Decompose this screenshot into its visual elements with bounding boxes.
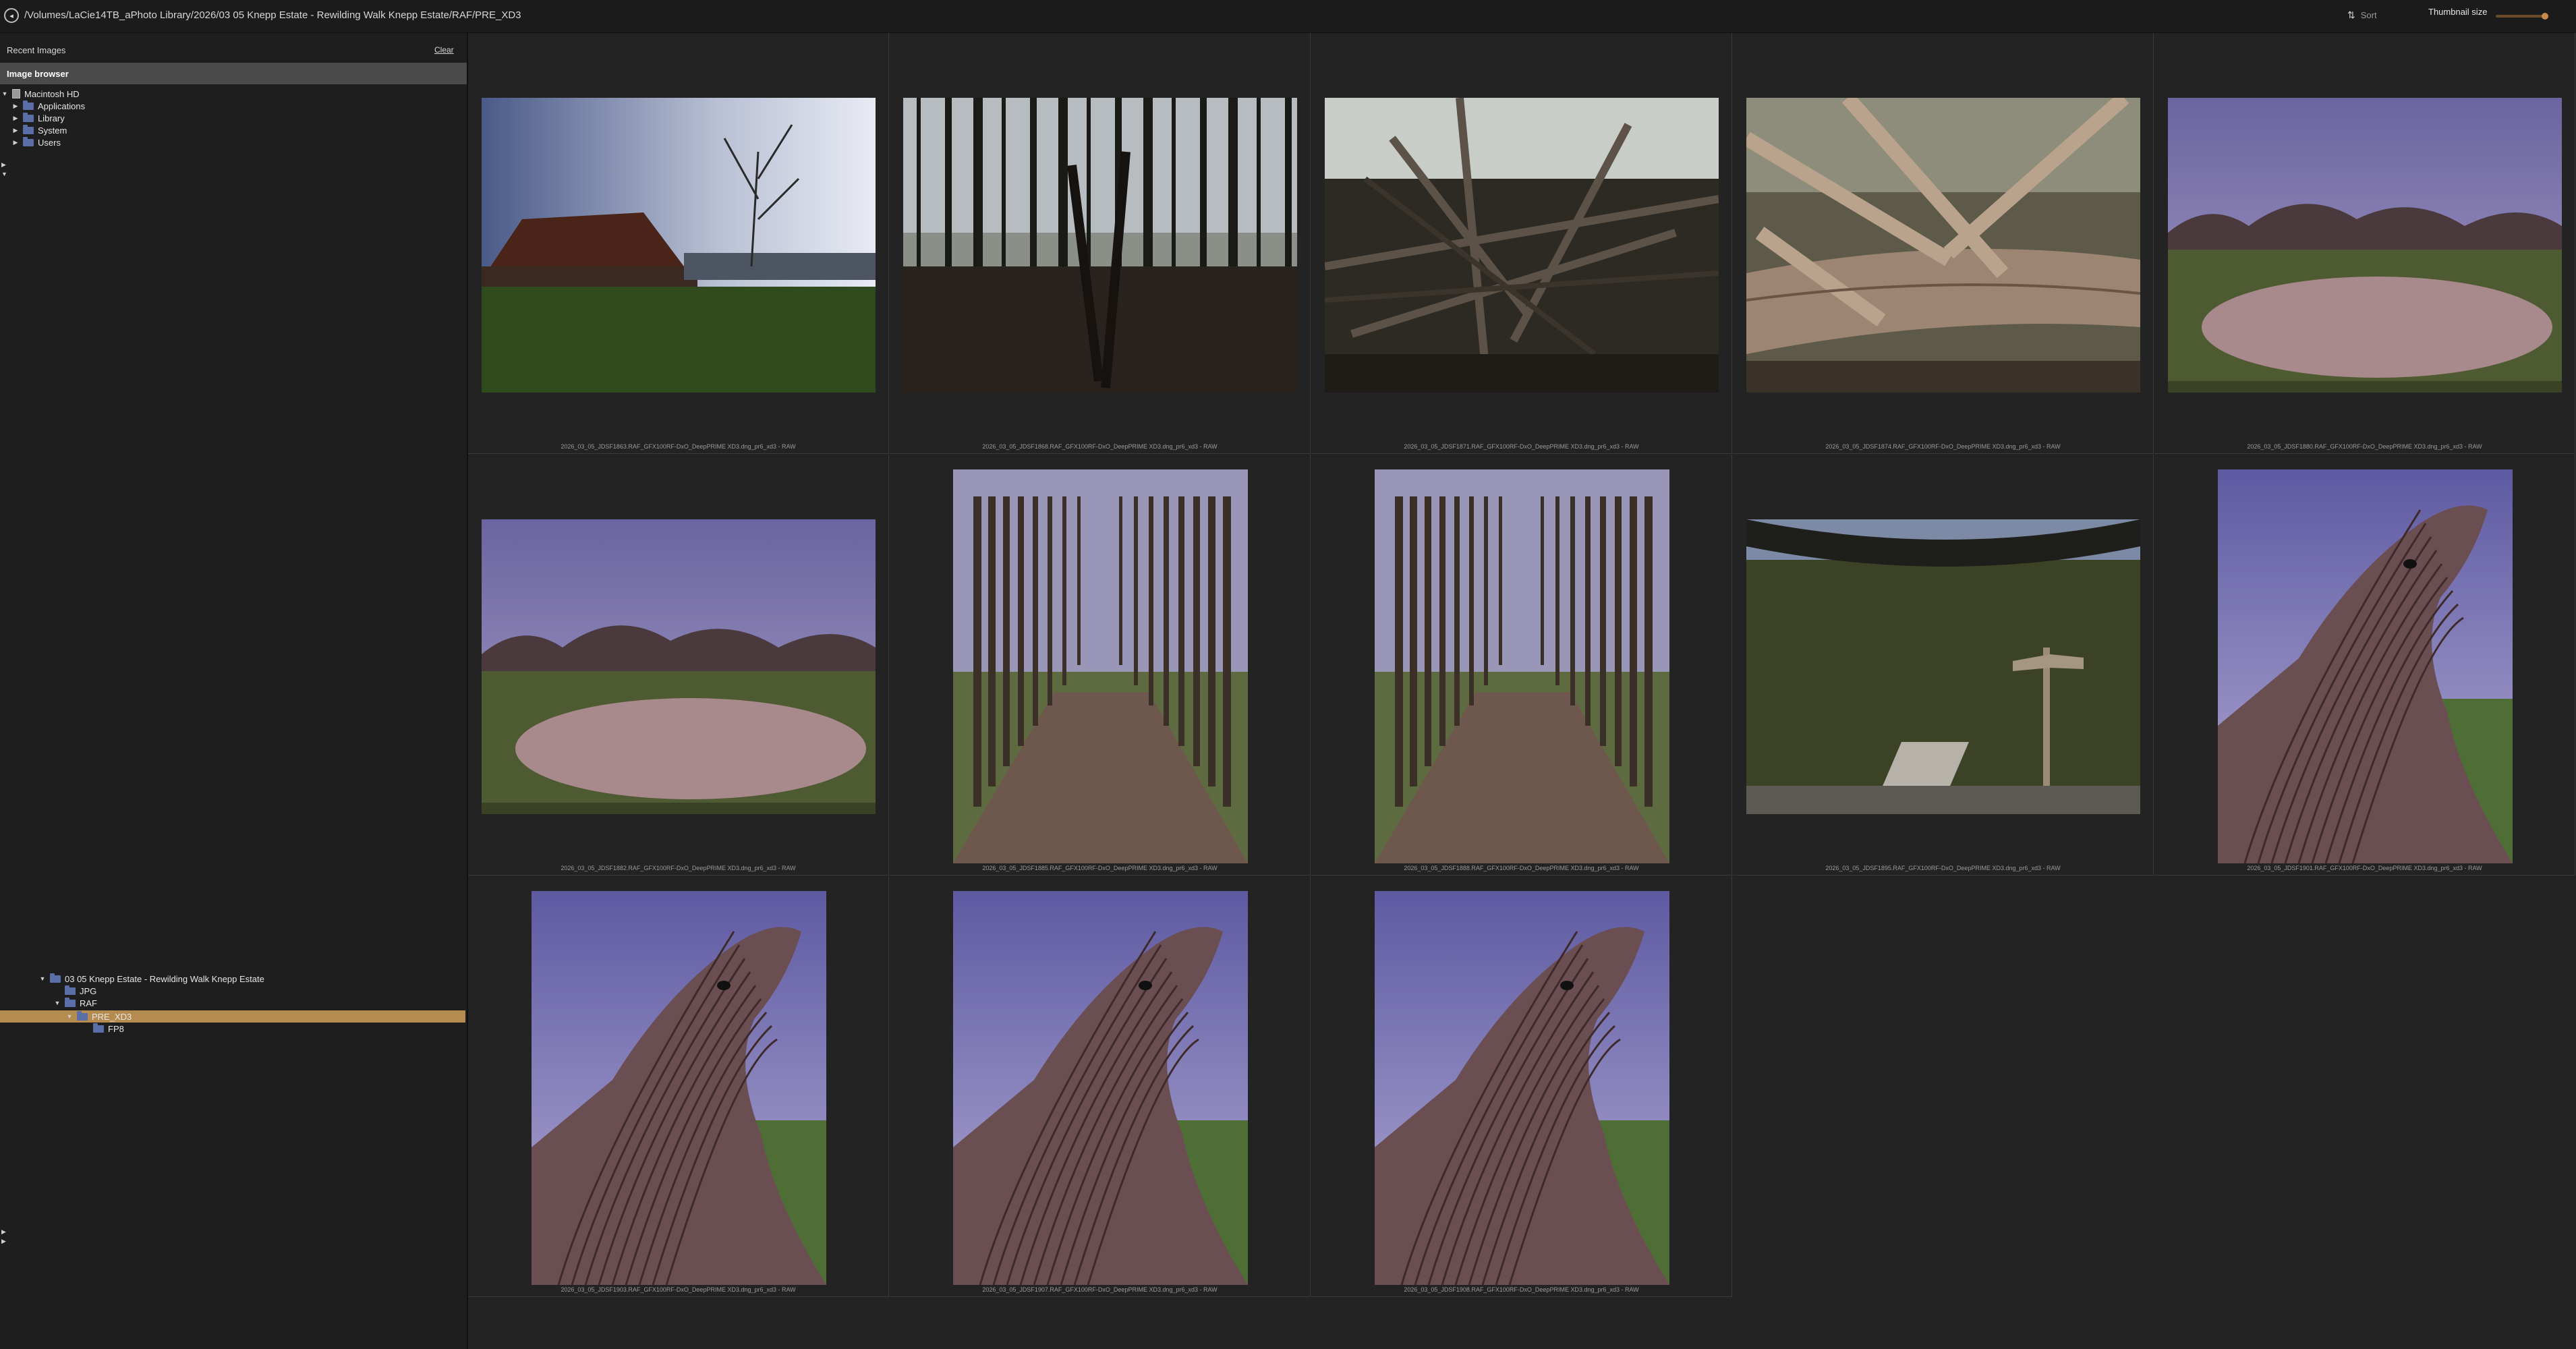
disclosure-closed-icon[interactable]: ▶ (12, 115, 19, 122)
sort-label: Sort (2360, 10, 2377, 20)
tree-item-label: JPG (80, 985, 97, 996)
thumbnail-image[interactable] (2168, 98, 2562, 393)
thumbnail-image[interactable] (953, 891, 1248, 1285)
thumbnail-caption: 2026_03_05_JDSF1882.RAF_GFX100RF-DxO_Dee… (561, 865, 796, 871)
tree-item-label: Library (38, 113, 65, 123)
disclosure-open-icon[interactable]: ▼ (1, 90, 8, 97)
disclosure-closed-icon[interactable]: ▶ (1, 1238, 6, 1245)
thumbnail-cell[interactable]: 2026_03_05_JDSF1901.RAF_GFX100RF-DxO_Dee… (2154, 455, 2575, 876)
thumbnail-caption: 2026_03_05_JDSF1863.RAF_GFX100RF-DxO_Dee… (561, 443, 796, 450)
disclosure-open-icon[interactable]: ▼ (1, 171, 7, 177)
thumbnail-caption: 2026_03_05_JDSF1903.RAF_GFX100RF-DxO_Dee… (561, 1286, 796, 1293)
title-bar: ◂ /Volumes/LaCie14TB_aPhoto Library/2026… (0, 0, 2576, 33)
disclosure-closed-icon[interactable]: ▶ (1, 1228, 6, 1236)
tree-item-raf[interactable]: ▼ RAF (54, 997, 97, 1008)
thumbnail-caption: 2026_03_05_JDSF1874.RAF_GFX100RF-DxO_Dee… (1825, 443, 2061, 450)
disclosure-closed-icon[interactable]: ▶ (12, 127, 19, 134)
tree-item-users[interactable]: ▶ Users (12, 136, 61, 148)
thumbnail-cell[interactable]: 2026_03_05_JDSF1871.RAF_GFX100RF-DxO_Dee… (1311, 33, 1732, 454)
tree-item-label: FP8 (108, 1023, 124, 1034)
thumbnail-cell[interactable]: 2026_03_05_JDSF1885.RAF_GFX100RF-DxO_Dee… (890, 455, 1311, 876)
tree-item-label: System (38, 125, 67, 136)
thumbnail-cell[interactable]: 2026_03_05_JDSF1908.RAF_GFX100RF-DxO_Dee… (1311, 876, 1732, 1297)
drive-icon (12, 89, 20, 98)
tree-item-label: Applications (38, 101, 86, 111)
disclosure-open-icon[interactable]: ▼ (54, 1000, 61, 1006)
tree-item-label: Macintosh HD (24, 88, 80, 99)
disclosure-closed-icon[interactable]: ▶ (1, 161, 6, 169)
clear-button[interactable]: Clear (434, 45, 454, 55)
thumbnail-caption: 2026_03_05_JDSF1868.RAF_GFX100RF-DxO_Dee… (982, 443, 1218, 450)
sort-arrows-icon: ⇅ (2347, 9, 2355, 20)
thumbnail-image[interactable] (532, 891, 826, 1285)
thumbnail-cell[interactable]: 2026_03_05_JDSF1880.RAF_GFX100RF-DxO_Dee… (2154, 33, 2575, 454)
tree-item-label: PRE_XD3 (92, 1011, 132, 1022)
tree-item-fp8[interactable]: FP8 (82, 1023, 124, 1034)
tree-item-knepp-estate[interactable]: ▼ 03 05 Knepp Estate - Rewilding Walk Kn… (39, 973, 264, 984)
folder-icon (93, 1023, 104, 1033)
thumbnail-cell[interactable]: 2026_03_05_JDSF1874.RAF_GFX100RF-DxO_Dee… (1733, 33, 2154, 454)
folder-icon (23, 136, 34, 146)
thumbnail-cell[interactable]: 2026_03_05_JDSF1895.RAF_GFX100RF-DxO_Dee… (1733, 455, 2154, 876)
disclosure-closed-icon[interactable]: ▶ (12, 139, 19, 146)
tree-item-library[interactable]: ▶ Library (12, 112, 65, 123)
thumbnail-size-knob[interactable] (2542, 13, 2548, 20)
tree-item-label: Users (38, 137, 61, 148)
thumbnail-size-label: Thumbnail size (2428, 7, 2488, 17)
tree-item-macintosh-hd[interactable]: ▼ Macintosh HD (1, 88, 80, 99)
thumbnail-image[interactable] (1325, 98, 1719, 393)
tree-item-label: RAF (80, 998, 97, 1008)
folder-icon (65, 985, 76, 995)
disclosure-open-icon[interactable]: ▼ (66, 1013, 73, 1020)
thumbnail-caption: 2026_03_05_JDSF1888.RAF_GFX100RF-DxO_Dee… (1404, 865, 1639, 871)
recent-images-label: Recent Images (7, 45, 66, 55)
thumbnail-image[interactable] (482, 98, 876, 393)
folder-icon (50, 973, 61, 983)
tree-item-system[interactable]: ▶ System (12, 124, 67, 136)
thumbnail-cell[interactable]: 2026_03_05_JDSF1882.RAF_GFX100RF-DxO_Dee… (468, 455, 889, 876)
thumbnail-image[interactable] (903, 98, 1297, 393)
thumbnail-cell[interactable]: 2026_03_05_JDSF1863.RAF_GFX100RF-DxO_Dee… (468, 33, 889, 454)
thumbnail-caption: 2026_03_05_JDSF1901.RAF_GFX100RF-DxO_Dee… (2247, 865, 2482, 871)
thumbnail-caption: 2026_03_05_JDSF1907.RAF_GFX100RF-DxO_Dee… (982, 1286, 1218, 1293)
thumbnail-image[interactable] (953, 469, 1248, 863)
folder-icon (23, 124, 34, 134)
tree-item-applications[interactable]: ▶ Applications (12, 100, 86, 111)
folder-icon (77, 1010, 88, 1021)
thumbnail-cell[interactable]: 2026_03_05_JDSF1903.RAF_GFX100RF-DxO_Dee… (468, 876, 889, 1297)
thumbnail-cell[interactable]: 2026_03_05_JDSF1868.RAF_GFX100RF-DxO_Dee… (890, 33, 1311, 454)
disclosure-open-icon[interactable]: ▼ (39, 975, 46, 982)
thumbnail-image[interactable] (1375, 891, 1669, 1285)
back-button[interactable]: ◂ (4, 8, 19, 23)
folder-icon (23, 112, 34, 122)
path-breadcrumb: /Volumes/LaCie14TB_aPhoto Library/2026/0… (24, 9, 521, 21)
image-browser-title: Image browser (7, 69, 69, 79)
thumbnail-image[interactable] (1375, 469, 1669, 863)
thumbnail-caption: 2026_03_05_JDSF1908.RAF_GFX100RF-DxO_Dee… (1404, 1286, 1639, 1293)
thumbnail-image[interactable] (2218, 469, 2513, 863)
thumbnail-caption: 2026_03_05_JDSF1885.RAF_GFX100RF-DxO_Dee… (982, 865, 1218, 871)
image-browser-header: Image browser (0, 63, 467, 84)
tree-item-pre-xd3[interactable]: ▼ PRE_XD3 (66, 1010, 132, 1022)
thumbnail-cell[interactable]: 2026_03_05_JDSF1888.RAF_GFX100RF-DxO_Dee… (1311, 455, 1732, 876)
folder-icon (65, 997, 76, 1007)
sort-button[interactable]: ⇅ Sort (2347, 9, 2377, 21)
thumbnail-caption: 2026_03_05_JDSF1895.RAF_GFX100RF-DxO_Dee… (1825, 865, 2061, 871)
thumbnail-cell[interactable]: 2026_03_05_JDSF1907.RAF_GFX100RF-DxO_Dee… (890, 876, 1311, 1297)
tree-item-jpg[interactable]: JPG (54, 985, 96, 996)
disclosure-closed-icon[interactable]: ▶ (12, 103, 19, 110)
folder-icon (23, 100, 34, 110)
thumbnail-image[interactable] (1746, 519, 2140, 814)
tree-item-label: 03 05 Knepp Estate - Rewilding Walk Knep… (65, 973, 264, 984)
thumbnail-image[interactable] (1746, 98, 2140, 393)
thumbnail-caption: 2026_03_05_JDSF1880.RAF_GFX100RF-DxO_Dee… (2247, 443, 2482, 450)
back-icon: ◂ (9, 11, 13, 20)
thumbnail-image[interactable] (482, 519, 876, 814)
thumbnail-size-slider[interactable] (2496, 15, 2546, 18)
sidebar: Recent Images Clear Image browser ▼ Maci… (0, 33, 468, 1349)
thumbnail-caption: 2026_03_05_JDSF1871.RAF_GFX100RF-DxO_Dee… (1404, 443, 1639, 450)
